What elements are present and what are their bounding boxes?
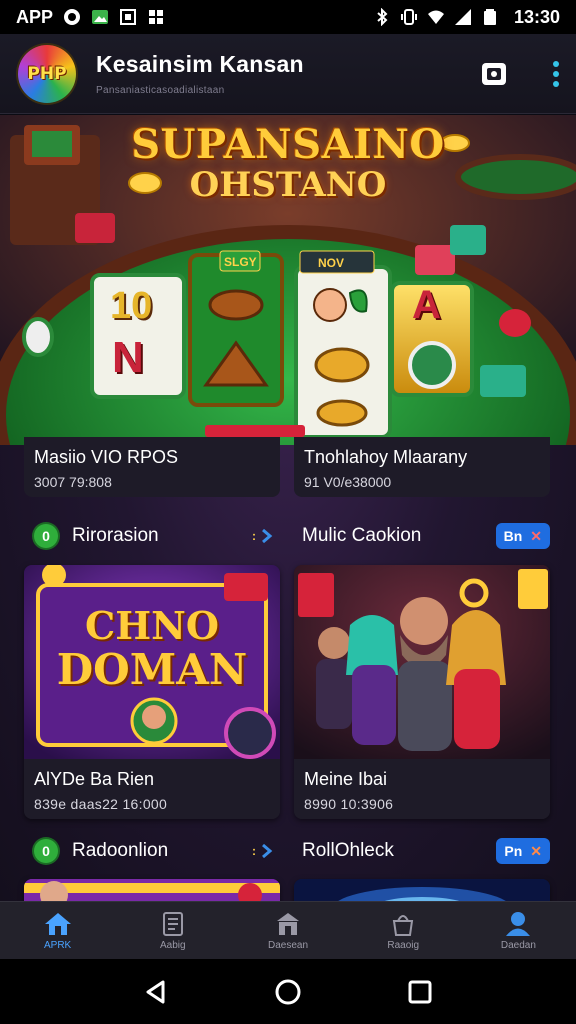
store-icon bbox=[277, 912, 299, 935]
recents-icon[interactable] bbox=[407, 979, 433, 1005]
section-pill-button[interactable]: Pn ✕ bbox=[496, 838, 550, 864]
hero-title: SUPANSAINO bbox=[131, 121, 445, 168]
section-row-1-left[interactable]: 0 Rirorasion : bbox=[34, 520, 274, 552]
game-card-chno-doman[interactable]: CHNO DOMAN AlYDe Ba Rien 839e daas22 16:… bbox=[24, 565, 280, 819]
chevron-right-icon bbox=[262, 529, 273, 543]
profile-icon bbox=[506, 911, 531, 936]
nav-label: Daesean bbox=[267, 939, 309, 951]
close-icon: ✕ bbox=[530, 842, 542, 859]
nav-item-profile[interactable]: Daedan bbox=[461, 902, 576, 959]
wifi-icon bbox=[427, 8, 445, 26]
reel-symbol-10: 10 bbox=[110, 285, 153, 327]
bottom-navigation: APRK Aabig Daesean Raaoig Daedan bbox=[0, 901, 576, 959]
photo-icon bbox=[91, 8, 109, 26]
card-meta: 8990 10:3906 bbox=[304, 796, 394, 812]
card-meta: 839e daas22 16:000 bbox=[34, 796, 168, 812]
main-content[interactable]: SUPANSAINO OHSTANO SLGY NOV 10 N A Masii… bbox=[0, 115, 576, 901]
section-label: Rirorasion bbox=[72, 525, 159, 546]
chevron-right-icon bbox=[262, 844, 273, 858]
system-navigation bbox=[0, 959, 576, 1024]
app-title: Kesainsim Kansan bbox=[96, 51, 304, 77]
screen-record-icon[interactable] bbox=[480, 60, 508, 88]
card-caption: Meine Ibai 8990 10:3906 bbox=[294, 759, 550, 819]
home-button-icon[interactable] bbox=[274, 978, 302, 1006]
hero-card-right[interactable]: Tnohlahoy Mlaarany 91 V0/e38000 bbox=[294, 437, 550, 497]
section-more[interactable]: : bbox=[252, 844, 274, 858]
section-label: Radoonlion bbox=[72, 840, 169, 861]
card-caption: AlYDe Ba Rien 839e daas22 16:000 bbox=[24, 759, 280, 819]
apps-icon bbox=[147, 8, 165, 26]
nav-label: Raaoig bbox=[387, 939, 420, 951]
app-logo[interactable]: PHP bbox=[18, 44, 76, 103]
card-title: AlYDe Ba Rien bbox=[34, 769, 155, 789]
vibrate-icon bbox=[400, 8, 418, 26]
hero-banner[interactable]: SUPANSAINO OHSTANO SLGY NOV 10 N A bbox=[0, 115, 576, 445]
section-row-2-right[interactable]: RollOhleck Pn ✕ bbox=[302, 835, 550, 867]
hero-card-right-meta: 91 V0/e38000 bbox=[304, 474, 392, 490]
status-app-label: APP bbox=[16, 6, 54, 27]
game-card-art bbox=[24, 879, 280, 901]
section-label: Mulic Caokion bbox=[302, 525, 422, 546]
reel-symbol-a: A bbox=[412, 283, 441, 327]
nav-item-home[interactable]: APRK bbox=[0, 902, 115, 959]
game-card-meine-ibai[interactable]: Meine Ibai 8990 10:3906 bbox=[294, 565, 550, 819]
nav-label: Daedan bbox=[500, 939, 536, 951]
nav-item-cart[interactable]: Raaoig bbox=[346, 902, 461, 959]
card-art-title-bottom: DOMAN bbox=[56, 645, 248, 694]
section-more[interactable]: : bbox=[252, 529, 274, 543]
game-card-partial-left[interactable] bbox=[24, 879, 280, 901]
more-vert-icon[interactable] bbox=[552, 60, 560, 88]
game-card-art bbox=[294, 565, 550, 761]
game-card-art bbox=[294, 879, 550, 901]
home-icon bbox=[44, 912, 71, 935]
chat-icon bbox=[63, 8, 81, 26]
hero-card-left-title: Masiio VIO RPOS bbox=[34, 447, 179, 467]
nav-item-store[interactable]: Daesean bbox=[230, 902, 345, 959]
reel-symbol-n: N bbox=[112, 333, 144, 382]
app-subtitle: Pansaniasticasoadialistaan bbox=[96, 85, 225, 96]
reel-label-1: SLGY bbox=[224, 255, 257, 269]
reel-label-2: NOV bbox=[318, 256, 345, 270]
bluetooth-icon bbox=[373, 8, 391, 26]
section-row-2-left[interactable]: 0 Radoonlion : bbox=[34, 835, 274, 867]
section-badge: 0 bbox=[34, 524, 58, 548]
hero-card-left-meta: 3007 79:808 bbox=[34, 474, 112, 490]
card-title: Meine Ibai bbox=[304, 769, 388, 789]
card-art-title-top: CHNO bbox=[85, 603, 219, 648]
pill-label: Bn bbox=[503, 528, 523, 544]
nav-label: Aabig bbox=[160, 939, 186, 951]
section-row-1-right[interactable]: Mulic Caokion Bn ✕ bbox=[302, 520, 550, 552]
hero-subtitle: OHSTANO bbox=[189, 165, 387, 205]
back-icon[interactable] bbox=[143, 979, 169, 1005]
list-icon bbox=[162, 911, 183, 936]
battery-icon bbox=[481, 8, 499, 26]
hero-card-right-title: Tnohlahoy Mlaarany bbox=[304, 447, 468, 467]
app-logo-text: PHP bbox=[27, 63, 67, 84]
close-icon: ✕ bbox=[530, 527, 542, 544]
status-time: 13:30 bbox=[513, 6, 560, 27]
status-bar: APP 13:30 bbox=[0, 0, 576, 34]
section-badge: 0 bbox=[34, 839, 58, 863]
section-pill-button[interactable]: Bn ✕ bbox=[495, 523, 550, 549]
nav-label: APRK bbox=[43, 939, 72, 951]
pill-label: Pn bbox=[504, 843, 523, 859]
game-card-partial-right[interactable] bbox=[294, 879, 550, 901]
section-label: RollOhleck bbox=[302, 840, 394, 861]
screen-icon bbox=[119, 8, 137, 26]
signal-icon bbox=[454, 8, 472, 26]
hero-card-left[interactable]: Masiio VIO RPOS 3007 79:808 bbox=[24, 437, 280, 497]
app-bar: PHP Kesainsim Kansan Pansaniasticasoadia… bbox=[0, 34, 576, 114]
nav-item-list[interactable]: Aabig bbox=[115, 902, 230, 959]
cart-icon bbox=[393, 914, 414, 936]
